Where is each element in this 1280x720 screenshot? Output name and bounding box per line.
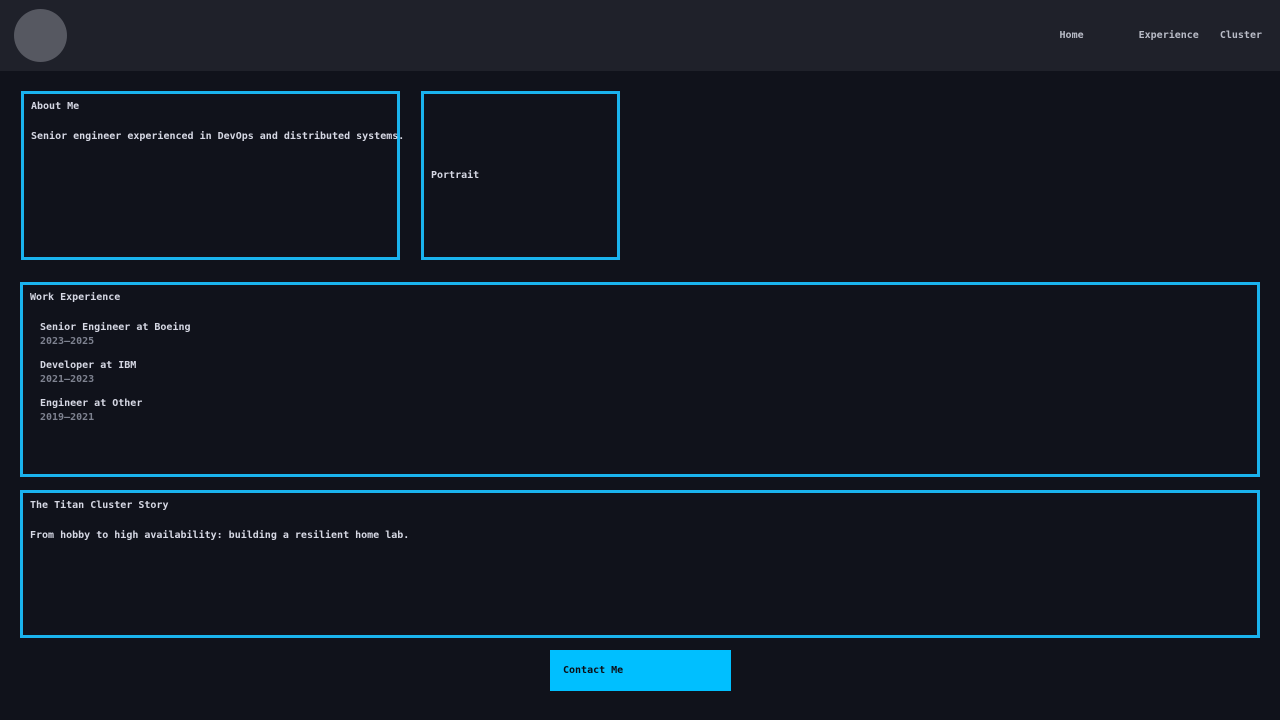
- nav-item-experience[interactable]: Experience: [1139, 30, 1199, 41]
- contact-button[interactable]: Contact Me: [550, 650, 731, 691]
- experience-years: 2021–2023: [40, 374, 1250, 385]
- experience-entry: Developer at IBM 2021–2023: [40, 360, 1250, 385]
- experience-years: 2019–2021: [40, 412, 1250, 423]
- navbar: Home Experience Cluster: [0, 0, 1280, 71]
- cluster-story-body: From hobby to high availability: buildin…: [30, 530, 1250, 541]
- about-body: Senior engineer experienced in DevOps an…: [31, 131, 390, 142]
- experience-years: 2023–2025: [40, 336, 1250, 347]
- experience-role: Engineer at Other: [40, 398, 1250, 409]
- experience-entry: Engineer at Other 2019–2021: [40, 398, 1250, 423]
- work-experience-title: Work Experience: [30, 292, 1250, 303]
- portrait-placeholder: Portrait: [421, 91, 620, 260]
- experience-role: Senior Engineer at Boeing: [40, 322, 1250, 333]
- nav-item-cluster[interactable]: Cluster: [1220, 30, 1262, 41]
- cluster-story-card: The Titan Cluster Story From hobby to hi…: [20, 490, 1260, 638]
- cluster-story-title: The Titan Cluster Story: [30, 500, 1250, 511]
- experience-list: Senior Engineer at Boeing 2023–2025 Deve…: [40, 322, 1250, 423]
- nav-menu: Home Experience Cluster: [1060, 0, 1262, 71]
- experience-entry: Senior Engineer at Boeing 2023–2025: [40, 322, 1250, 347]
- about-title: About Me: [31, 101, 390, 112]
- avatar[interactable]: [14, 9, 67, 62]
- experience-role: Developer at IBM: [40, 360, 1250, 371]
- about-card: About Me Senior engineer experienced in …: [21, 91, 400, 260]
- portrait-label: Portrait: [431, 170, 479, 181]
- work-experience-card: Work Experience Senior Engineer at Boein…: [20, 282, 1260, 477]
- nav-item-home[interactable]: Home: [1060, 30, 1084, 41]
